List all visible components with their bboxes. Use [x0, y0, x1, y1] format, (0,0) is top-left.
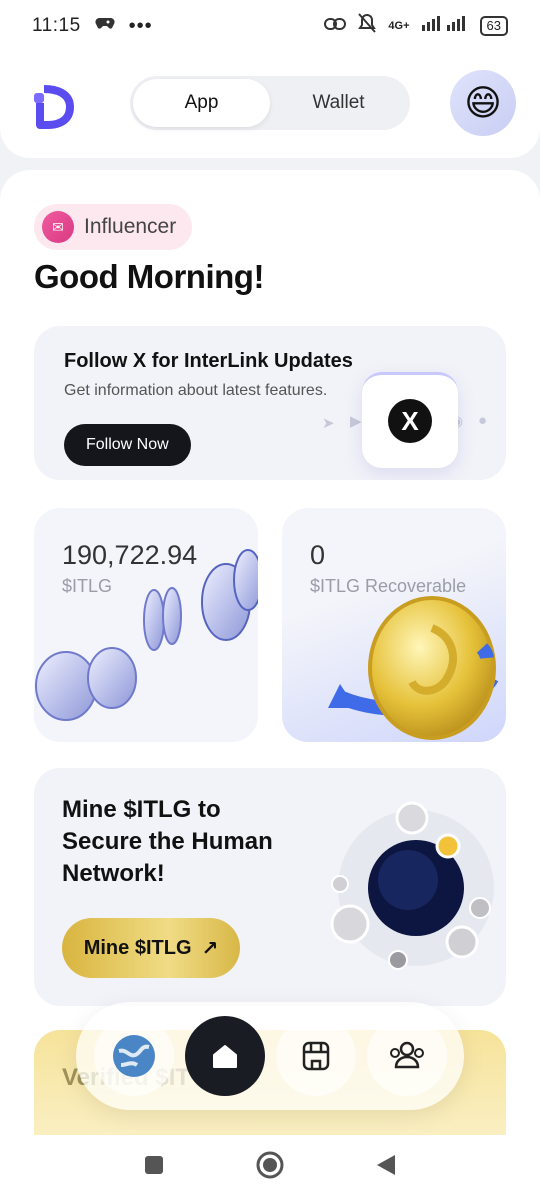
mine-button[interactable]: Mine $ITLG ↗: [62, 918, 240, 978]
status-time: 11:15: [32, 15, 81, 36]
nav-community[interactable]: [366, 1016, 447, 1096]
mine-card[interactable]: Mine $ITLG to Secure the Human Network! …: [34, 768, 506, 1006]
telegram-icon: ➤: [322, 415, 335, 432]
smiley-face-icon: 😄: [464, 82, 502, 123]
follow-card-title: Follow X for InterLink Updates: [64, 350, 353, 372]
arrow-up-right-icon: ↗: [201, 937, 219, 960]
network-label: 4G+: [388, 20, 410, 32]
more-dots-icon: •••: [128, 14, 153, 37]
store-icon: [302, 1041, 329, 1071]
youtube-icon: ▶: [350, 413, 362, 430]
github-icon: ●: [478, 412, 488, 429]
network-globe-icon: [330, 801, 494, 970]
app-wallet-switch: App Wallet: [130, 76, 410, 130]
gamepad-icon: [95, 15, 115, 37]
home-circle-icon[interactable]: [255, 1150, 285, 1185]
balance-card[interactable]: 190,722.94 $ITLG: [34, 508, 258, 742]
avatar[interactable]: 😄: [450, 70, 516, 136]
system-navigation-bar: [0, 1135, 540, 1200]
nav-home[interactable]: [184, 1016, 265, 1096]
home-icon: [212, 1045, 237, 1068]
globe-icon: [112, 1035, 155, 1077]
bell-muted-icon: [358, 13, 377, 39]
link-icon: [324, 15, 347, 37]
signal-icon: [421, 15, 468, 37]
gold-coin-recycle-icon: [328, 596, 499, 740]
influencer-icon: ✉: [42, 211, 74, 243]
follow-now-button[interactable]: Follow Now: [64, 424, 191, 466]
bottom-navigation: [76, 1002, 464, 1110]
page-title: Good Morning!: [34, 258, 264, 295]
home-content: ✉ Influencer Good Morning! Follow X for …: [0, 170, 540, 1135]
interlink-logo[interactable]: [30, 81, 78, 129]
follow-x-card[interactable]: Follow X for InterLink Updates Get infor…: [34, 326, 506, 480]
community-icon: [389, 1041, 424, 1069]
nav-store[interactable]: [275, 1016, 356, 1096]
battery-indicator: 63: [479, 16, 508, 36]
mine-card-title: Mine $ITLG to Secure the Human Network!: [62, 796, 273, 887]
follow-card-subtitle: Get information about latest features.: [64, 382, 328, 399]
recent-apps-icon[interactable]: [143, 1154, 165, 1181]
coins-illustration-icon: [35, 549, 258, 721]
nav-globe[interactable]: [93, 1016, 174, 1096]
app-header: App Wallet 😄: [0, 52, 540, 158]
tab-wallet[interactable]: Wallet: [270, 79, 407, 127]
tab-app[interactable]: App: [133, 79, 270, 127]
mine-button-label: Mine $ITLG: [83, 936, 192, 959]
badge-label: Influencer: [84, 215, 177, 238]
status-bar: 11:15 ••• 4G+ 63: [0, 0, 540, 52]
back-icon[interactable]: [375, 1153, 397, 1182]
recoverable-card[interactable]: 0 $ITLG Recoverable: [282, 508, 506, 742]
status-badge[interactable]: ✉ Influencer: [34, 204, 193, 250]
x-logo-icon: X: [388, 399, 432, 443]
